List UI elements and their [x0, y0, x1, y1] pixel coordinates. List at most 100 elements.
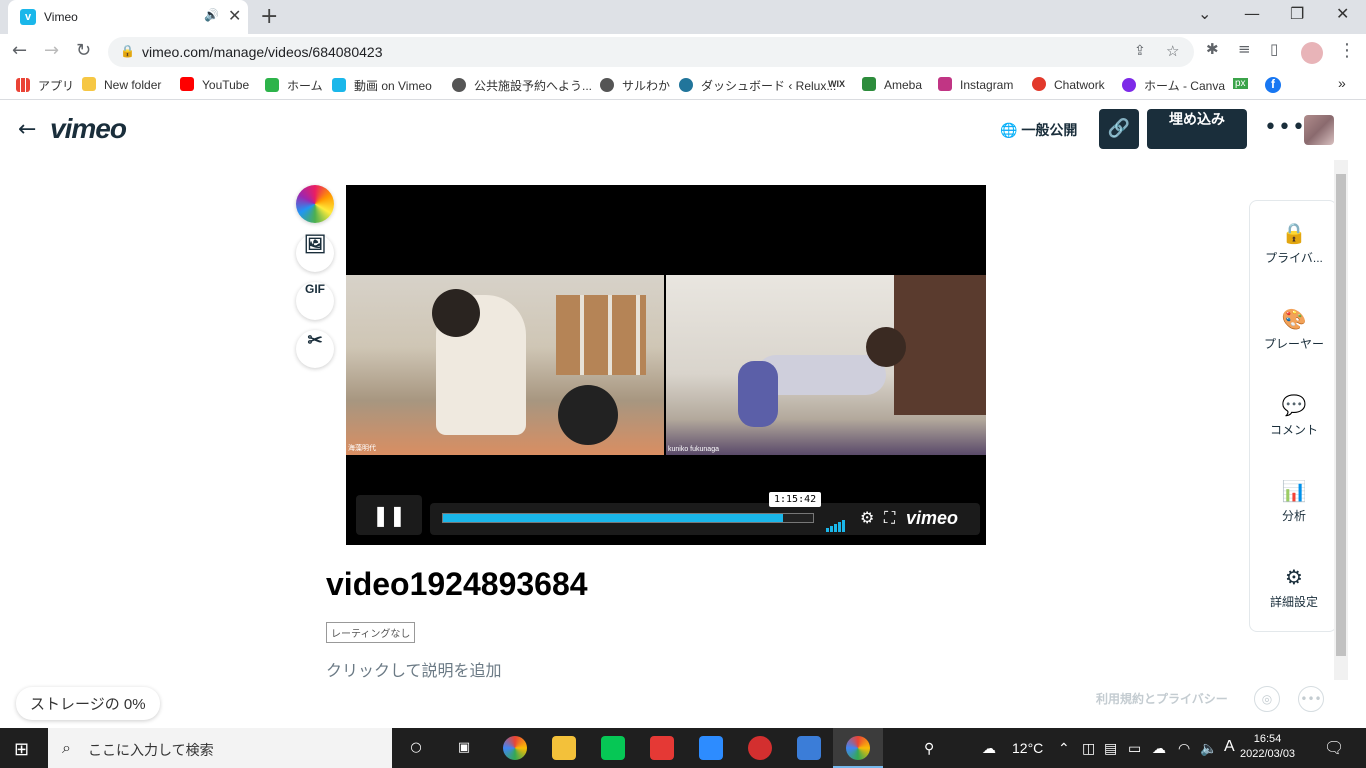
task-view-icon[interactable]: ▣ [452, 736, 476, 760]
onedrive-icon[interactable]: ☁ [1152, 740, 1166, 757]
analytics-icon: 📊 [1281, 479, 1307, 503]
bookmark-instagram[interactable]: Instagram [938, 77, 1013, 92]
volume-icon[interactable] [826, 513, 846, 532]
more-circle-icon[interactable]: ••• [1298, 686, 1324, 712]
fullscreen-icon[interactable]: ⛶ [884, 508, 895, 528]
chrome-taskbar-icon[interactable] [503, 736, 527, 760]
gif-button[interactable]: GIF [296, 282, 334, 320]
wifi-icon[interactable]: ◠ [1178, 740, 1190, 757]
sidebar-item-advanced[interactable]: ⚙ 詳細設定 [1250, 565, 1338, 610]
bookmark-canva[interactable]: ホーム - Canva [1122, 77, 1225, 94]
side-panel-icon[interactable]: ▯ [1270, 40, 1278, 58]
privacy-status[interactable]: 🌐 一般公開 [1000, 120, 1077, 140]
sidebar-item-analytics[interactable]: 📊 分析 [1250, 479, 1338, 524]
media-control-icon[interactable]: ≡ [1238, 40, 1251, 58]
terms-link[interactable]: 利用規約とプライバシー [1096, 690, 1228, 707]
link-icon: 🔗 [1107, 118, 1131, 139]
description-placeholder[interactable]: クリックして説明を追加 [326, 657, 502, 681]
settings-side-panel: 🔒 プライバ... 🎨 プレーヤー 💬 コメント 📊 分析 ⚙ 詳細設定 [1249, 200, 1337, 632]
rating-badge[interactable]: レーティングなし [326, 622, 416, 643]
back-arrow-icon[interactable]: ← [18, 117, 36, 142]
bookmark-new-folder[interactable]: New folder [82, 77, 161, 92]
bookmark-ameba[interactable]: Ameba [862, 77, 922, 92]
taskbar-search[interactable]: ⌕ ここに入力して検索 [48, 728, 392, 768]
address-bar[interactable]: 🔒 vimeo.com/manage/videos/684080423 ⇪ ☆ [108, 37, 1194, 67]
temperature[interactable]: 12°C [1012, 740, 1043, 756]
storage-indicator[interactable]: ストレージの 0% [16, 687, 160, 720]
more-bookmarks-icon[interactable]: » [1338, 75, 1346, 91]
tray-app-icon[interactable]: ◫ [1082, 740, 1095, 757]
windows-start-icon[interactable]: ⊞ [14, 739, 29, 760]
bookmark-relux[interactable]: ダッシュボード ‹ Relux... [679, 77, 836, 94]
minimize-icon[interactable]: — [1244, 4, 1260, 23]
battery-icon[interactable]: ▭ [1128, 740, 1141, 757]
people-icon[interactable]: ⚲ [924, 740, 934, 757]
player-controls: 1:15:42 ⚙ ⛶ vimeo [430, 492, 980, 535]
zoom-icon[interactable] [699, 736, 723, 760]
share-icon[interactable]: ⇪ [1134, 43, 1146, 59]
show-hidden-icons-icon[interactable]: ⌃ [1058, 740, 1070, 757]
notification-icon[interactable]: 🗨 [1324, 738, 1344, 757]
extensions-icon[interactable]: ✱ [1206, 40, 1219, 58]
security-app-icon[interactable] [748, 736, 772, 760]
bookmark-apps[interactable]: アプリ [16, 77, 74, 94]
user-avatar[interactable] [1304, 115, 1334, 145]
tab-search-icon[interactable]: ⌄ [1198, 4, 1211, 23]
video-player[interactable]: 海藻明代 kuniko fukunaga ❚❚ 1:15:42 ⚙ ⛶ vime… [346, 185, 986, 545]
color-wheel-icon[interactable] [296, 185, 334, 223]
forward-icon[interactable]: → [44, 40, 59, 61]
gift-icon[interactable] [650, 736, 674, 760]
close-tab-icon[interactable]: ✕ [228, 6, 241, 25]
pause-button[interactable]: ❚❚ [356, 495, 422, 535]
bookmark-vimeo[interactable]: 動画 on Vimeo [332, 77, 432, 94]
bookmark-saruwaka[interactable]: サルわか [600, 77, 670, 94]
scrollbar-thumb[interactable] [1336, 174, 1346, 656]
new-tab-button[interactable]: + [260, 4, 278, 29]
sidebar-item-comments[interactable]: 💬 コメント [1250, 393, 1338, 438]
active-chrome-taskbar-item[interactable] [833, 728, 883, 768]
bookmark-youtube[interactable]: YouTube [180, 77, 249, 92]
compass-icon[interactable]: ◎ [1254, 686, 1280, 712]
more-options-icon[interactable]: ••• [1264, 115, 1306, 140]
sidebar-item-player[interactable]: 🎨 プレーヤー [1250, 307, 1338, 352]
bookmark-star-icon[interactable]: ☆ [1166, 42, 1179, 60]
back-icon[interactable]: ← [12, 40, 27, 61]
copy-link-button[interactable]: 🔗 [1099, 109, 1139, 149]
restore-icon[interactable]: ❐ [1290, 4, 1304, 23]
vimeo-logo[interactable]: vimeo [50, 113, 127, 145]
audio-playing-icon[interactable]: 🔊 [204, 8, 219, 22]
thumbnail-image-icon[interactable]: 🖼 [296, 234, 334, 272]
video-title[interactable]: video1924893684 [326, 566, 588, 603]
bookmark-chatwork[interactable]: Chatwork [1032, 77, 1105, 92]
url-text[interactable]: vimeo.com/manage/videos/684080423 [142, 44, 383, 60]
profile-avatar[interactable] [1301, 42, 1323, 64]
bookmark-px[interactable]: px [1233, 78, 1248, 89]
progress-bar[interactable]: 1:15:42 [442, 492, 822, 523]
lock-icon: 🔒 [1281, 221, 1307, 245]
bookmark-facility[interactable]: 公共施設予約へよう... [452, 77, 592, 94]
bookmark-wix[interactable]: WIX [828, 79, 845, 89]
scissors-icon[interactable]: ✂ [296, 330, 334, 368]
bookmark-home[interactable]: ホーム [265, 77, 323, 94]
vimeo-player-logo[interactable]: vimeo [906, 508, 958, 529]
weather-icon[interactable]: ☁ [982, 740, 996, 757]
ime-indicator[interactable]: A [1224, 738, 1235, 756]
reload-icon[interactable]: ↻ [76, 40, 91, 61]
cortana-icon[interactable]: ○ [404, 736, 428, 760]
tray-device-icon[interactable]: ▤ [1104, 740, 1117, 757]
browser-tab[interactable]: v Vimeo 🔊 ✕ [8, 0, 248, 34]
player-settings-icon[interactable]: ⚙ [860, 508, 874, 527]
sidebar-item-privacy[interactable]: 🔒 プライバ... [1250, 221, 1338, 266]
taskbar-clock[interactable]: 16:54 2022/03/03 [1240, 732, 1295, 762]
close-window-icon[interactable]: ✕ [1336, 4, 1349, 23]
embed-button[interactable]: 埋め込み [1147, 109, 1247, 149]
line-icon[interactable] [601, 736, 625, 760]
file-explorer-icon[interactable] [552, 736, 576, 760]
photos-icon[interactable] [797, 736, 821, 760]
chatwork-icon [1032, 77, 1046, 91]
page-scrollbar[interactable] [1334, 160, 1348, 680]
chrome-menu-icon[interactable]: ⋮ [1338, 40, 1356, 61]
lock-icon[interactable]: 🔒 [120, 44, 135, 58]
speaker-icon[interactable]: 🔈 [1200, 740, 1217, 757]
bookmark-facebook[interactable]: f [1265, 77, 1281, 93]
